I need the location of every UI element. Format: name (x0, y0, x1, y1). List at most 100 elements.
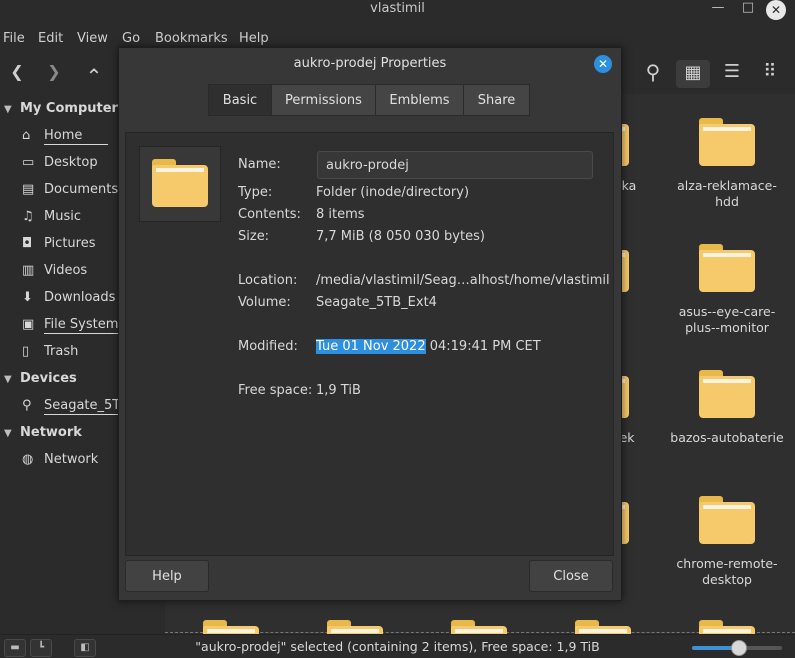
close-icon[interactable]: ✕ (594, 55, 612, 73)
chevron-down-icon: ▼ (4, 428, 12, 439)
section-title: Devices (20, 371, 77, 386)
folder-icon (152, 159, 208, 207)
menu-file[interactable]: File (3, 28, 25, 50)
volume-value: Seagate_5TB_Ext4 (316, 295, 437, 310)
compact-view-icon[interactable]: ⠿ (757, 60, 783, 86)
location-value: /media/vlastimil/Seag…alhost/home/vlasti… (316, 273, 610, 288)
name-label: Name: (238, 157, 281, 172)
menu-edit[interactable]: Edit (38, 28, 63, 50)
menu-view[interactable]: View (77, 28, 108, 50)
video-icon: ▥ (22, 263, 35, 278)
sidebar-item-label: File System (44, 317, 119, 334)
sidebar-item-label: Network (44, 452, 99, 467)
chevron-down-icon: ▼ (4, 374, 12, 385)
modified-label: Modified: (238, 339, 298, 354)
sidebar-item-videos[interactable]: ▥ Videos (22, 261, 87, 281)
folder-icon (699, 620, 755, 634)
statusbar: "aukro-prodej" selected (containing 2 it… (0, 634, 795, 658)
maximize-icon[interactable]: □ (738, 0, 758, 18)
basic-panel: Name: Type: Folder (inode/directory) Con… (125, 132, 614, 556)
folder-icon (699, 118, 755, 166)
sidebar-item-label: Pictures (44, 236, 96, 251)
folder-label[interactable]: bazos-autobaterie (665, 430, 789, 446)
sidebar-item-label: Home (44, 128, 109, 145)
free-space-label: Free space: (238, 383, 313, 398)
folder-label[interactable]: asus--eye-care-plus--monitor (665, 304, 789, 336)
search-icon[interactable]: ⚲ (640, 60, 666, 86)
chevron-down-icon: ▼ (4, 104, 12, 115)
help-button[interactable]: Help (125, 560, 209, 592)
folder-label[interactable]: alza-reklamace-hdd (670, 178, 784, 210)
folder-label[interactable]: chrome-remote-desktop (670, 556, 784, 588)
section-title: Network (20, 425, 82, 440)
usb-icon: ⚲ (22, 398, 32, 413)
close-window-button[interactable]: ✕ (766, 0, 786, 20)
dialog-title: aukro-prodej Properties (293, 56, 447, 71)
grid-icon: ▦ (684, 62, 702, 83)
tab-basic[interactable]: Basic (208, 84, 272, 116)
document-icon: ▤ (22, 182, 35, 197)
minimize-icon[interactable]: — (708, 0, 728, 18)
close-button[interactable]: Close (529, 560, 613, 592)
window-title: vlastimil (370, 1, 425, 16)
sidebar-item-pictures[interactable]: ◘ Pictures (22, 234, 95, 254)
home-icon: ⌂ (22, 128, 31, 143)
sidebar-item-label: Downloads (44, 290, 116, 305)
sidebar-item-trash[interactable]: ▯ Trash (22, 342, 78, 362)
name-field[interactable] (317, 151, 593, 179)
sidebar-item-desktop[interactable]: ▭ Desktop (22, 153, 98, 173)
tab-share[interactable]: Share (463, 84, 530, 116)
places-toggle-icon[interactable]: ▬ (4, 639, 26, 657)
window-titlebar: vlastimil — □ ✕ (0, 0, 795, 24)
folder-icon (203, 620, 259, 634)
sidebar-item-label: Documents (44, 182, 119, 197)
sidebar-section-network[interactable]: ▼ Network (4, 423, 82, 443)
folder-icon (575, 620, 631, 634)
type-label: Type: (238, 185, 273, 200)
modified-date-selection[interactable]: Tue 01 Nov 2022 (316, 339, 426, 354)
sidebar-item-music[interactable]: ♫ Music (22, 207, 81, 227)
status-text: "aukro-prodej" selected (containing 2 it… (195, 639, 600, 654)
properties-dialog: aukro-prodej Properties ✕ Basic Permissi… (118, 47, 622, 601)
icon-view-button[interactable]: ▦ (676, 60, 710, 88)
zoom-slider-handle[interactable] (731, 640, 747, 656)
folder-icon-button[interactable] (139, 146, 221, 222)
folder-icon (327, 620, 383, 634)
folder-icon (451, 620, 507, 634)
sidebar-item-network[interactable]: ◍ Network (22, 450, 98, 470)
section-title: My Computer (20, 101, 118, 116)
sidebar-item-documents[interactable]: ▤ Documents (22, 180, 118, 200)
music-icon: ♫ (22, 209, 34, 224)
sidebar-item-home[interactable]: ⌂ Home (22, 126, 109, 146)
tab-emblems[interactable]: Emblems (375, 84, 464, 116)
sidebar-section-my-computer[interactable]: ▼ My Computer (4, 99, 118, 119)
list-view-icon[interactable]: ☰ (719, 60, 745, 86)
hide-sidebar-icon[interactable]: ◧ (74, 639, 96, 657)
sidebar-section-devices[interactable]: ▼ Devices (4, 369, 77, 389)
sidebar-item-seagate[interactable]: ⚲ Seagate_5T... (22, 396, 132, 416)
sidebar-item-label: Music (44, 209, 81, 224)
folder-icon (699, 370, 755, 418)
sidebar-item-downloads[interactable]: ⬇ Downloads (22, 288, 115, 308)
modified-value: Tue 01 Nov 2022 04:19:41 PM CET (316, 337, 541, 357)
camera-icon: ◘ (22, 236, 33, 251)
back-icon[interactable]: ❮ (4, 60, 30, 86)
up-icon[interactable]: ⌃ (81, 64, 107, 90)
contents-value: 8 items (316, 207, 365, 222)
modified-time: 04:19:41 PM CET (425, 339, 541, 354)
sidebar-item-label: Desktop (44, 155, 98, 170)
location-label: Location: (238, 273, 298, 288)
forward-icon[interactable]: ❯ (41, 60, 67, 86)
free-space-value: 1,9 TiB (316, 383, 361, 398)
desktop-icon: ▭ (22, 155, 35, 170)
tree-toggle-icon[interactable]: ┗ (30, 639, 52, 657)
sidebar-item-file-system[interactable]: ▣ File System (22, 315, 119, 335)
sidebar-item-label: Trash (44, 344, 79, 359)
trash-icon: ▯ (22, 344, 30, 359)
download-icon: ⬇ (22, 290, 33, 305)
folder-icon (699, 496, 755, 544)
sidebar-item-label: Videos (44, 263, 88, 278)
size-value: 7,7 MiB (8 050 030 bytes) (316, 229, 485, 244)
size-label: Size: (238, 229, 270, 244)
tab-permissions[interactable]: Permissions (271, 84, 376, 116)
